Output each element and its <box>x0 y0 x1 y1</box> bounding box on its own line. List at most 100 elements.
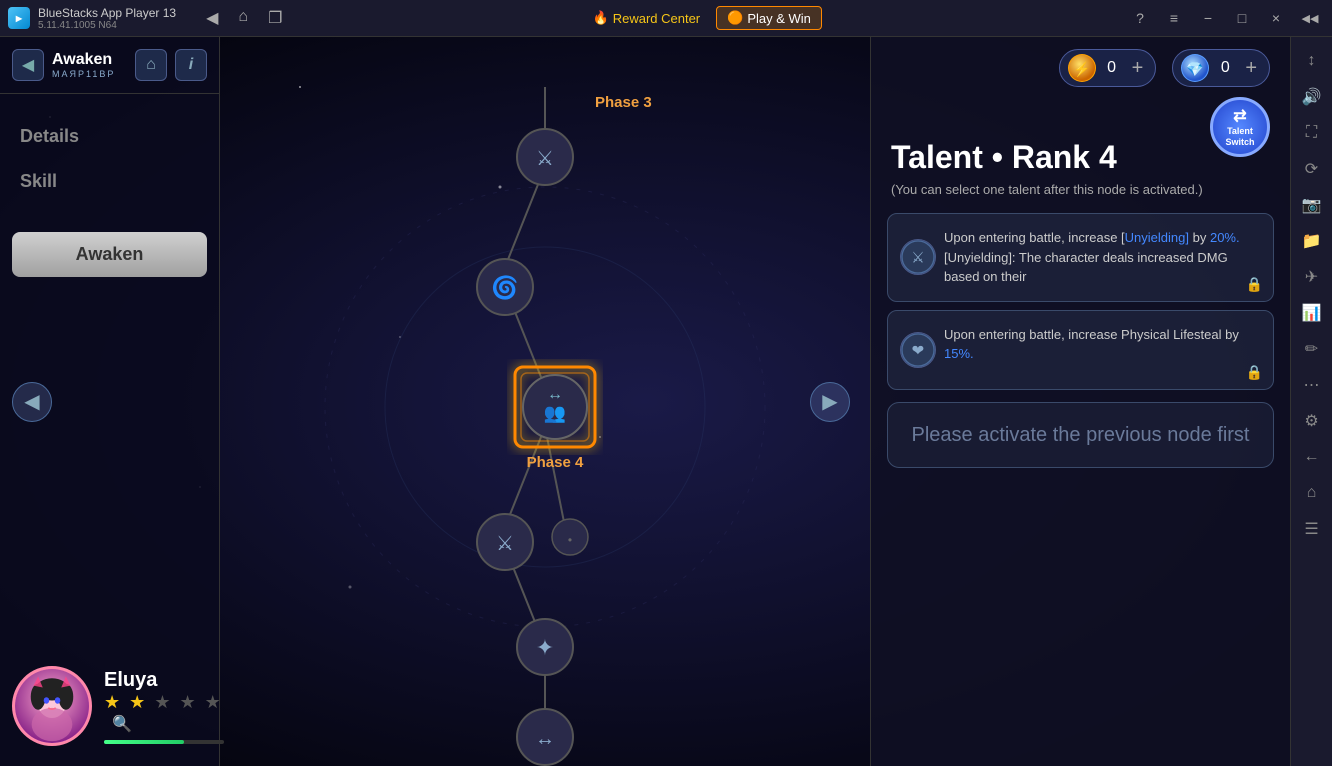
sidebar-macro-icon[interactable]: 📊 <box>1296 297 1328 329</box>
titlebar: ▶ BlueStacks App Player 13 5.11.41.1005 … <box>0 0 1332 37</box>
svg-text:Phase 4: Phase 4 <box>527 454 584 471</box>
left-nav: Details Skill <box>0 94 219 224</box>
talent-card-1-icon: ⚔ <box>900 239 936 275</box>
nav-home-btn[interactable]: ⌂ <box>232 6 254 30</box>
phase3-label: Phase 3 <box>595 94 652 111</box>
nav-skill[interactable]: Skill <box>12 159 207 204</box>
talent-tree-area: Phase 3 ⚔ 🌀 ↔ 👥 Phase 4 ⚔ • <box>220 37 870 766</box>
right-sidebar: ↕ 🔊 ⛶ ⟳ 📷 📁 ✈ 📊 ✏ ⋯ ⚙ ← ⌂ ☰ <box>1290 37 1332 766</box>
svg-text:💎: 💎 <box>1187 61 1204 77</box>
left-panel: ◀ Awaken МАЯР11ВР ⌂ i Details Skill Awak… <box>0 37 220 766</box>
activate-btn-text: Please activate the previous node first <box>904 421 1257 449</box>
prev-nav-btn[interactable]: ◀ <box>12 382 52 422</box>
sidebar-folder-icon[interactable]: 📁 <box>1296 225 1328 257</box>
svg-text:❤: ❤ <box>912 342 925 359</box>
talent-switch-btn[interactable]: ⇄ TalentSwitch <box>1210 97 1270 157</box>
talent-card-1-highlight1: Unyielding] <box>1125 230 1189 245</box>
reward-center-label: Reward Center <box>613 11 700 26</box>
talent-card-2-highlight: 15%. <box>944 346 974 361</box>
app-title: Awaken <box>52 51 127 69</box>
currency-amount-2: 0 <box>1215 59 1235 77</box>
sidebar-settings-icon[interactable]: ⚙ <box>1296 405 1328 437</box>
close-btn[interactable]: × <box>1262 4 1290 32</box>
talent-card-1-text: Upon entering battle, increase [Unyieldi… <box>944 228 1257 287</box>
talent-card-2-text: Upon entering battle, increase Physical … <box>944 325 1257 364</box>
app-name: BlueStacks App Player 13 <box>38 6 176 20</box>
talent-subtitle: (You can select one talent after this no… <box>891 182 1270 197</box>
star3: ★ <box>154 692 172 712</box>
talent-card-2-icon: ❤ <box>900 332 936 368</box>
talent-card-1[interactable]: ⚔ Upon entering battle, increase [Unyiel… <box>887 213 1274 302</box>
svg-text:⚔: ⚔ <box>536 148 554 170</box>
talent-rank-text: Talent • Rank 4 <box>891 139 1270 176</box>
nav-back-btn[interactable]: ◀ <box>200 6 224 30</box>
sidebar-airplane-icon[interactable]: ✈ <box>1296 261 1328 293</box>
app-subtitle: МАЯР11ВР <box>52 69 127 79</box>
nav-windows-btn[interactable]: ❐ <box>262 6 288 30</box>
currency-bar: ⚡ 0 + 💎 <box>871 37 1290 99</box>
svg-text:•: • <box>568 533 572 547</box>
svg-text:⚔: ⚔ <box>911 250 925 267</box>
next-nav-btn[interactable]: ▶ <box>810 382 850 422</box>
talent-card-2-lock-icon: 🔒 <box>1246 364 1263 381</box>
currency-amount-1: 0 <box>1102 59 1122 77</box>
star2: ★ <box>129 692 147 712</box>
currency-add-2[interactable]: + <box>1245 57 1257 80</box>
activate-btn[interactable]: Please activate the previous node first <box>887 402 1274 468</box>
titlebar-left: ▶ BlueStacks App Player 13 5.11.41.1005 … <box>0 6 288 31</box>
awaken-btn[interactable]: Awaken <box>12 232 207 277</box>
play-win-btn[interactable]: 🟠 Play & Win <box>716 6 822 30</box>
game-area: ◀ Awaken МАЯР11ВР ⌂ i Details Skill Awak… <box>0 37 1290 766</box>
star1: ★ <box>104 692 122 712</box>
reward-center-btn[interactable]: 🔥 Reward Center <box>593 10 701 26</box>
currency-item-2: 💎 0 + <box>1172 49 1270 87</box>
back-btn[interactable]: ◀ <box>12 49 44 81</box>
play-win-icon: 🟠 <box>727 10 743 26</box>
char-name: Eluya <box>104 669 224 692</box>
titlebar-center: 🔥 Reward Center 🟠 Play & Win <box>593 6 822 30</box>
talent-card-1-lock-icon: 🔒 <box>1246 276 1263 293</box>
menu-btn[interactable]: ≡ <box>1160 4 1188 32</box>
character-section: Eluya ★ ★ ★ ★ ★ 🔍 <box>12 666 224 746</box>
currency-item-1: ⚡ 0 + <box>1059 49 1157 87</box>
info-panel: ⚡ 0 + 💎 <box>870 37 1290 766</box>
sidebar-replay-icon[interactable]: ⟳ <box>1296 153 1328 185</box>
sidebar-sound-icon[interactable]: 🔊 <box>1296 81 1328 113</box>
character-avatar <box>12 666 92 746</box>
help-btn[interactable]: ? <box>1126 4 1154 32</box>
sidebar-home-icon[interactable]: ⌂ <box>1296 477 1328 509</box>
sidebar-apps-icon[interactable]: ☰ <box>1296 513 1328 545</box>
reward-center-icon: 🔥 <box>593 10 609 26</box>
star5: ★ <box>205 692 223 712</box>
awaken-btn-container: Awaken <box>0 224 219 285</box>
svg-text:↔: ↔ <box>547 386 563 403</box>
sidebar-camera-icon[interactable]: 📷 <box>1296 189 1328 221</box>
app-name-version: BlueStacks App Player 13 5.11.41.1005 N6… <box>38 6 176 31</box>
talent-card-1-highlight2: 20%. <box>1210 230 1240 245</box>
svg-text:✦: ✦ <box>536 635 554 660</box>
sidebar-edit-icon[interactable]: ✏ <box>1296 333 1328 365</box>
info-btn[interactable]: i <box>175 49 207 81</box>
home-btn[interactable]: ⌂ <box>135 49 167 81</box>
svg-text:👥: 👥 <box>544 403 566 423</box>
currency-icon-blue: 💎 <box>1181 54 1209 82</box>
titlebar-right: ? ≡ − □ × ◀◀ <box>1126 4 1332 32</box>
sidebar-more-icon[interactable]: ⋯ <box>1296 369 1328 401</box>
talent-card-2[interactable]: ❤ Upon entering battle, increase Physica… <box>887 310 1274 390</box>
star4: ★ <box>179 692 197 712</box>
sidebar-resize-icon[interactable]: ↕ <box>1296 45 1328 77</box>
currency-add-1[interactable]: + <box>1132 57 1144 80</box>
search-char-btn[interactable]: 🔍 <box>112 716 134 733</box>
nav-details[interactable]: Details <box>12 114 207 159</box>
sidebar-toggle-btn[interactable]: ◀◀ <box>1296 4 1324 32</box>
maximize-btn[interactable]: □ <box>1228 4 1256 32</box>
currency-icon-yellow: ⚡ <box>1068 54 1096 82</box>
svg-text:↔: ↔ <box>535 728 555 750</box>
talent-switch-label: TalentSwitch <box>1225 126 1254 148</box>
minimize-btn[interactable]: − <box>1194 4 1222 32</box>
svg-text:🌀: 🌀 <box>491 274 518 300</box>
sidebar-back-icon[interactable]: ← <box>1296 441 1328 473</box>
sidebar-fullscreen-icon[interactable]: ⛶ <box>1296 117 1328 149</box>
char-info: Eluya ★ ★ ★ ★ ★ 🔍 <box>104 669 224 744</box>
app-version: 5.11.41.1005 N64 <box>38 20 176 31</box>
